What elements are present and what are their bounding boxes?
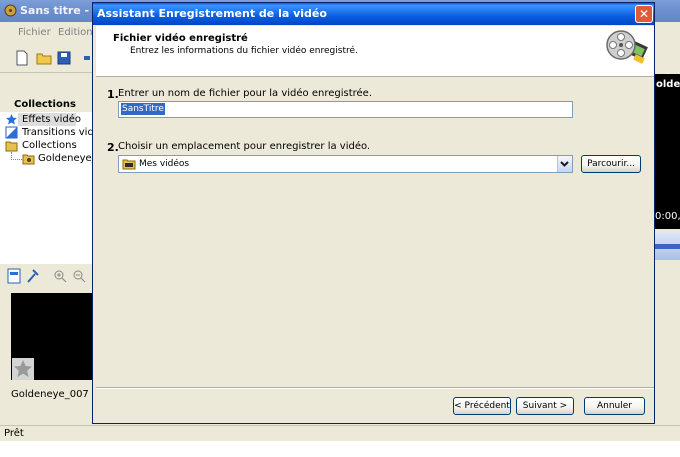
zoom-in-icon[interactable] (53, 268, 67, 284)
new-file-icon[interactable] (14, 50, 30, 66)
monitor-seekbar[interactable] (655, 244, 680, 249)
browse-button[interactable]: Parcourir... (581, 155, 641, 173)
menu-fichier[interactable]: Fichier (18, 27, 51, 38)
wizard-header-subtitle: Entrez les informations du fichier vidéo… (130, 46, 358, 56)
tree-item-collections[interactable]: Collections (22, 140, 77, 151)
previous-button[interactable]: < Précédent (453, 397, 511, 415)
footer-separator (96, 387, 654, 389)
wizard-header-title: Fichier vidéo enregistré (113, 33, 248, 44)
step1-label: Entrer un nom de fichier pour la vidéo e… (118, 88, 373, 99)
dialog-close-button[interactable]: ✕ (635, 5, 653, 23)
tree-item-effets-video[interactable]: Effets vidéo (22, 114, 81, 125)
filename-input[interactable] (118, 101, 573, 118)
video-transitions-icon (5, 126, 18, 139)
dialog-title: Assistant Enregistrement de la vidéo (97, 7, 327, 20)
collection-film-icon (22, 154, 35, 165)
movie-maker-app-icon (4, 4, 17, 17)
film-reel-icon (606, 30, 648, 64)
cancel-button[interactable]: Annuler (584, 397, 645, 415)
toolbar-partial-icon[interactable] (78, 50, 90, 66)
tree-connector (11, 152, 22, 160)
pin-icon[interactable] (26, 268, 40, 284)
page-bottom-strip (0, 441, 680, 457)
next-button[interactable]: Suivant > (516, 397, 574, 415)
collections-pane-title: Collections (14, 99, 76, 110)
status-text: Prêt (4, 428, 24, 439)
save-icon[interactable] (56, 50, 72, 66)
collections-folder-icon (5, 141, 18, 152)
status-bar (0, 425, 680, 442)
star-icon (14, 360, 32, 377)
video-effects-icon (5, 114, 17, 125)
location-dropdown-value: Mes vidéos (139, 159, 190, 169)
filename-input-value: SansTitre (121, 103, 165, 115)
tree-item-goldeneye[interactable]: Goldeneye_0 (38, 153, 92, 164)
zoom-out-icon[interactable] (72, 268, 86, 284)
monitor-title: olden (656, 79, 680, 90)
split-view-icon[interactable] (7, 268, 21, 284)
chevron-down-icon (560, 161, 569, 167)
menu-edition[interactable]: Edition (58, 27, 93, 38)
open-folder-icon[interactable] (36, 50, 52, 66)
clip-label: Goldeneye_007 (11, 389, 89, 400)
monitor-time: 0:00,00 (655, 211, 680, 222)
step2-label: Choisir un emplacement pour enregistrer … (118, 141, 371, 152)
my-videos-folder-icon (122, 159, 136, 170)
monitor-screen (655, 74, 680, 229)
